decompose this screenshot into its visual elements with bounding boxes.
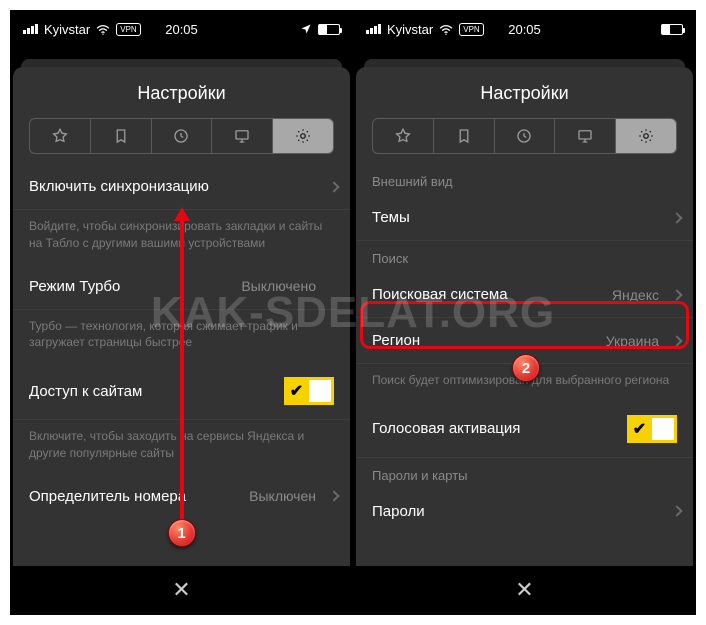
step-number: 1 [177,525,185,542]
tab-settings[interactable] [616,119,676,153]
display-icon [576,127,594,145]
row-label: Темы [372,209,410,226]
gear-icon [637,127,655,145]
row-label: Регион [372,332,420,349]
status-bar: Kyivstar VPN 20:05 [11,11,352,47]
step-badge-1: 1 [168,519,196,547]
wifi-icon [96,24,110,35]
check-icon: ✔ [284,381,309,401]
tab-display[interactable] [212,119,273,153]
location-icon [300,23,312,35]
status-bar: Kyivstar VPN 20:05 [354,11,695,47]
close-button[interactable]: ✕ [356,566,693,614]
annotation-arrow-head [174,207,190,221]
row-label: Режим Турбо [29,278,120,295]
row-label: Поисковая система [372,286,508,303]
chevron-right-icon [671,289,682,300]
phone-left: Kyivstar VPN 20:05 Настройки [11,11,352,614]
row-search-engine[interactable]: Поисковая система Яндекс [356,272,693,318]
settings-tabbar [29,118,334,154]
carrier-label: Kyivstar [387,22,433,37]
row-value: Выключено [241,278,316,294]
gear-icon [294,127,312,145]
toggle-knob [309,380,331,402]
bookmark-icon [455,127,473,145]
toggle-voice[interactable]: ✔ [627,415,677,443]
chevron-right-icon [671,506,682,517]
chevron-right-icon [671,212,682,223]
row-label: Определитель номера [29,488,186,505]
close-icon: ✕ [515,577,533,603]
star-icon [51,127,69,145]
page-title: Настройки [13,67,350,118]
toggle-site-access[interactable]: ✔ [284,377,334,405]
toggle-knob [652,418,674,440]
check-icon: ✔ [627,419,652,439]
close-button[interactable]: ✕ [13,566,350,614]
tab-favorites[interactable] [30,119,91,153]
page-title: Настройки [356,67,693,118]
battery-icon [661,24,683,35]
carrier-label: Kyivstar [44,22,90,37]
tab-history[interactable] [152,119,213,153]
row-value: Выключен [249,488,316,504]
section-search: Поиск [356,241,693,272]
vpn-badge: VPN [116,23,140,36]
bookmark-icon [112,127,130,145]
row-value: Яндекс [612,287,659,303]
display-icon [233,127,251,145]
settings-tabbar [372,118,677,154]
row-value: Украина [606,333,659,349]
wifi-icon [439,24,453,35]
chevron-right-icon [328,491,339,502]
close-icon: ✕ [172,577,190,603]
signal-icon [366,24,381,34]
clock: 20:05 [508,22,541,37]
battery-icon [318,24,340,35]
row-label: Пароли [372,503,425,520]
chevron-right-icon [328,181,339,192]
vpn-badge: VPN [459,23,483,36]
tab-display[interactable] [555,119,616,153]
annotation-arrow-line [180,220,184,520]
section-appearance: Внешний вид [356,164,693,195]
row-label: Голосовая активация [372,420,520,437]
row-label: Включить синхронизацию [29,178,209,195]
step-badge-2: 2 [512,354,540,382]
settings-card: Настройки Внешний вид [356,67,693,614]
tab-bookmarks[interactable] [434,119,495,153]
star-icon [394,127,412,145]
row-passwords[interactable]: Пароли [356,489,693,534]
history-icon [515,127,533,145]
step-number: 2 [522,360,530,377]
row-label: Доступ к сайтам [29,383,142,400]
tab-bookmarks[interactable] [91,119,152,153]
row-sync[interactable]: Включить синхронизацию [13,164,350,210]
clock: 20:05 [165,22,198,37]
signal-icon [23,24,38,34]
tab-favorites[interactable] [373,119,434,153]
chevron-right-icon [671,335,682,346]
section-passwords: Пароли и карты [356,458,693,489]
phone-right: Kyivstar VPN 20:05 Настройки [354,11,695,614]
tab-settings[interactable] [273,119,333,153]
row-voice-activation[interactable]: Голосовая активация ✔ [356,401,693,458]
tab-history[interactable] [495,119,556,153]
row-themes[interactable]: Темы [356,195,693,241]
history-icon [172,127,190,145]
